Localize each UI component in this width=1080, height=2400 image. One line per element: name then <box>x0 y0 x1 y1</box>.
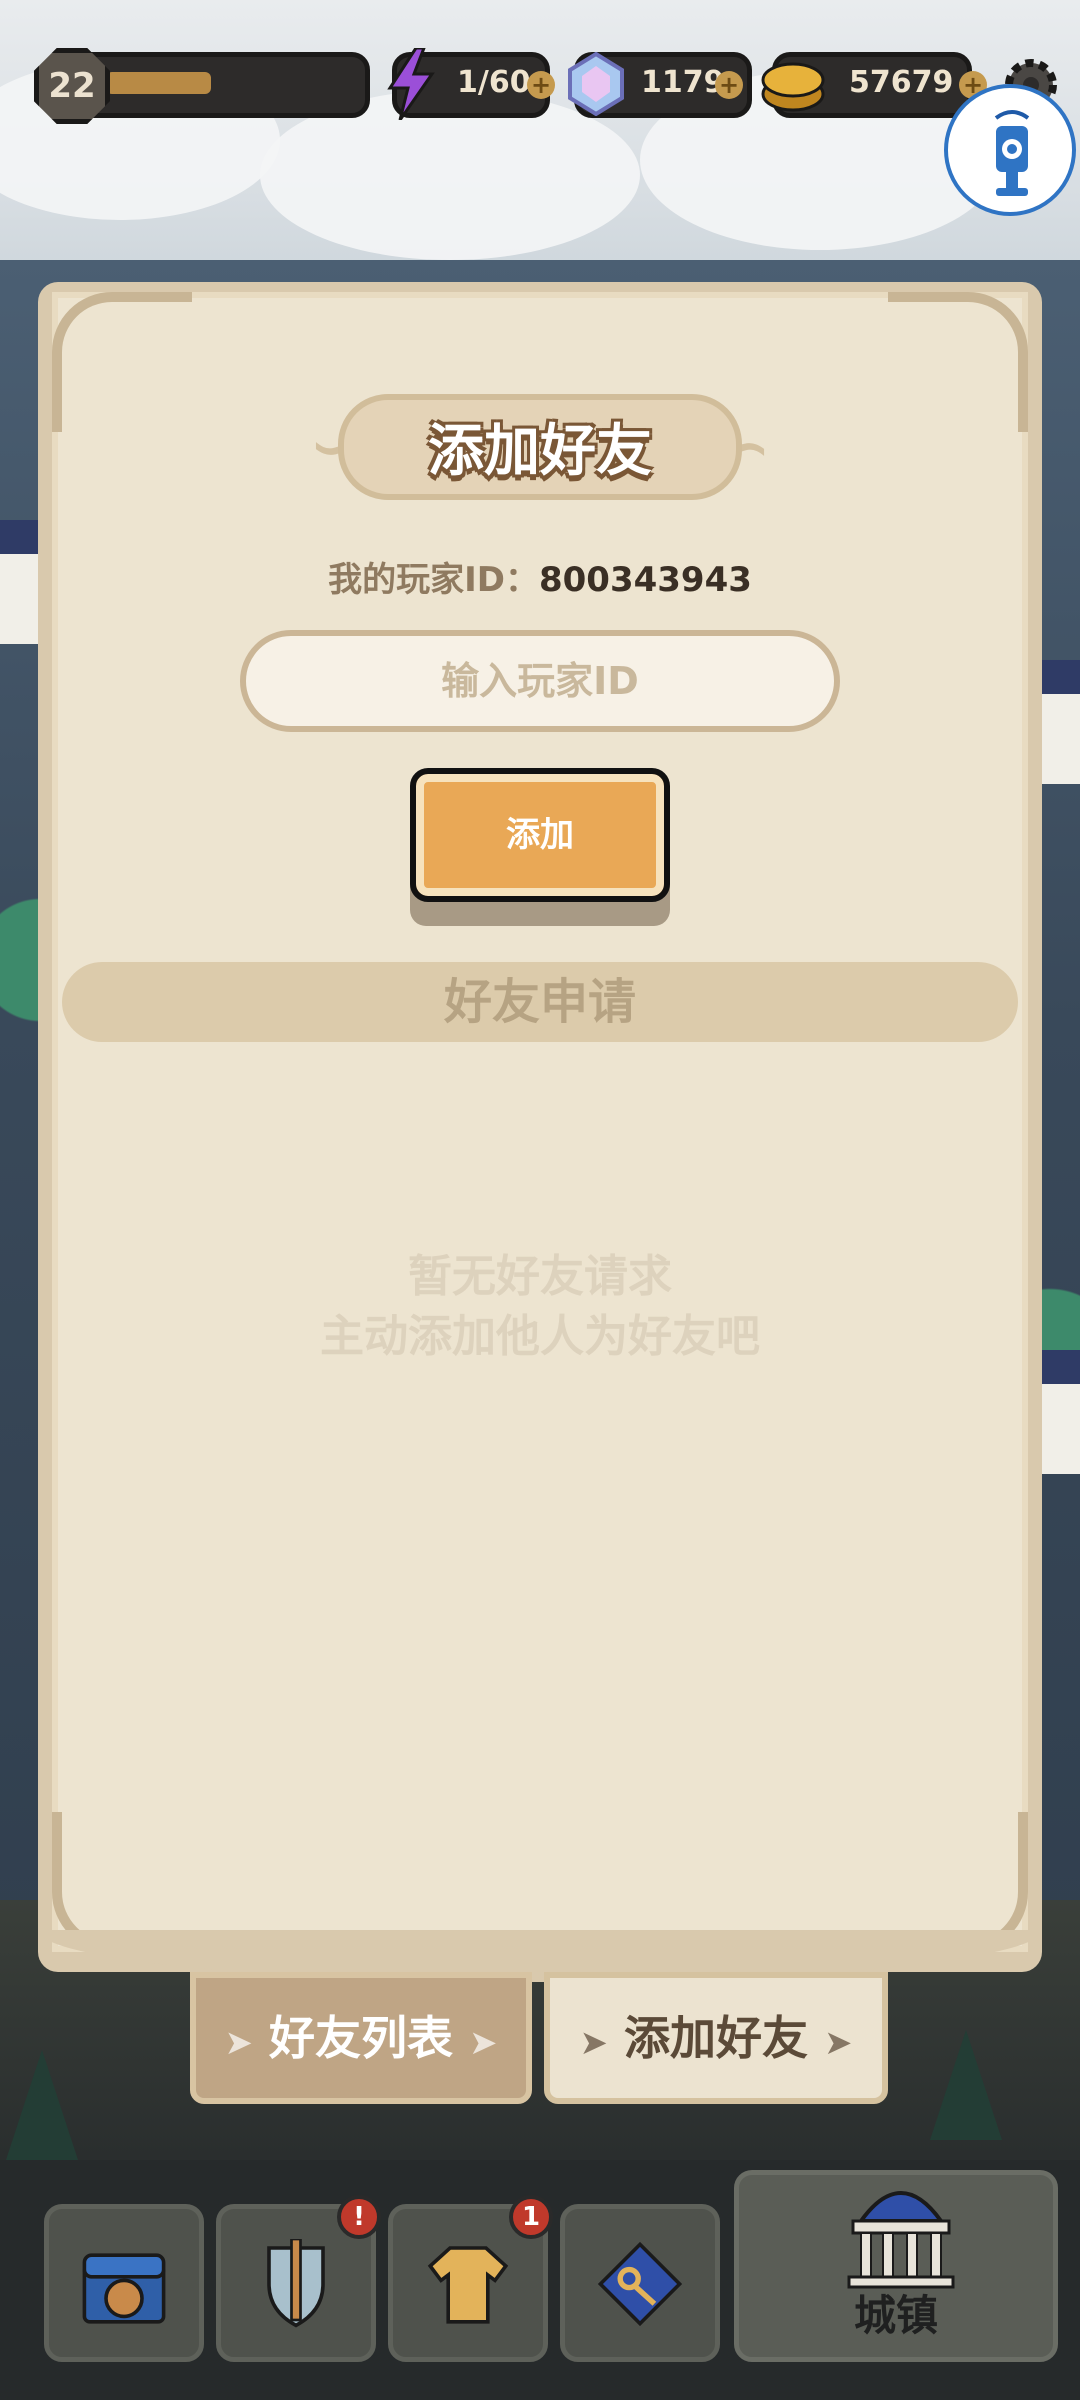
town-hall-icon <box>847 2191 955 2289</box>
nav-town-button[interactable]: 城镇 <box>734 2170 1058 2362</box>
tab-add-friend[interactable]: ➤ 添加好友 ➤ <box>544 1972 888 2104</box>
sword-shield-icon <box>267 2239 325 2328</box>
player-id-placeholder: 输入玩家ID <box>441 659 639 703</box>
energy-value: 1/60 <box>457 65 531 100</box>
dialog-title: 添加好友 <box>428 419 652 484</box>
player-id-input[interactable]: 输入玩家ID <box>240 630 840 732</box>
tree <box>930 2030 1002 2140</box>
arrow-right-ornament-icon: ➤ <box>824 2023 853 2063</box>
arrow-left-ornament-icon: ➤ <box>579 2023 608 2063</box>
tab-friend-list[interactable]: ➤ 好友列表 ➤ <box>190 1972 532 2104</box>
lightning-icon <box>387 48 435 120</box>
arrow-left-ornament-icon: ➤ <box>224 2023 253 2063</box>
nav-equipment-button[interactable]: ! <box>216 2195 381 2362</box>
nav-dungeon-button[interactable] <box>560 2204 720 2362</box>
town-label: 城镇 <box>853 2291 938 2340</box>
tree <box>6 2050 78 2160</box>
nav-chest-button[interactable] <box>44 2204 204 2362</box>
corner-ornament <box>52 292 192 432</box>
gem-value: 1179 <box>641 65 725 100</box>
key-map-icon <box>597 2241 683 2327</box>
add-button[interactable]: 添加 <box>410 768 670 902</box>
nav-armor-button[interactable]: 1 <box>388 2195 553 2362</box>
treasure-chest-icon <box>82 2253 166 2324</box>
count-badge: 1 <box>509 2195 553 2239</box>
player-id-label: 我的玩家ID： <box>328 560 539 600</box>
tab-label: 添加好友 <box>624 2011 808 2065</box>
armor-icon <box>427 2246 509 2324</box>
coin-value: 57679 <box>849 65 954 100</box>
corner-ornament <box>888 292 1028 432</box>
xp-progress-fill <box>106 72 211 94</box>
empty-state-hint: 主动添加他人为好友吧 <box>320 1311 760 1362</box>
arrow-right-ornament-icon: ➤ <box>469 2023 498 2063</box>
level-badge: 22 <box>34 48 110 124</box>
microphone-icon <box>994 110 1030 196</box>
add-friend-dialog <box>52 292 1028 1952</box>
coin-icon <box>761 62 825 112</box>
player-id-row: 我的玩家ID：800343943 <box>0 552 1080 601</box>
add-energy-button[interactable]: + <box>527 71 555 99</box>
voice-assistant-button[interactable] <box>944 84 1076 216</box>
alert-badge: ! <box>337 2195 381 2239</box>
add-gems-button[interactable]: + <box>715 71 743 99</box>
friend-requests-header: 好友申请 <box>62 962 1018 1042</box>
gem-icon <box>568 52 624 116</box>
tab-label: 好友列表 <box>269 2011 453 2065</box>
empty-state-title: 暂无好友请求 <box>408 1251 672 1302</box>
player-id-value: 800343943 <box>538 560 752 600</box>
